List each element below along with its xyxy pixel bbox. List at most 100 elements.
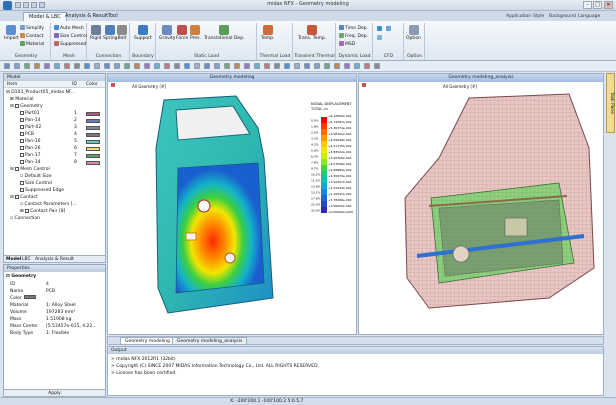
- toolbar-tool-icon[interactable]: [24, 63, 30, 69]
- part-checkbox[interactable]: [20, 124, 24, 129]
- toolbar-tool-icon[interactable]: [254, 63, 260, 69]
- toolbar-tool-icon[interactable]: [54, 63, 60, 69]
- tree-geometry[interactable]: ⊟ Geometry: [10, 103, 43, 110]
- toolbar-tool-icon[interactable]: [134, 63, 140, 69]
- translational-dep-button[interactable]: Translational Dep.: [204, 25, 244, 41]
- toolbar-tool-icon[interactable]: [154, 63, 160, 69]
- part-color-swatch[interactable]: [86, 125, 100, 130]
- toolbar-tool-icon[interactable]: [104, 63, 110, 69]
- toolbar-tool-icon[interactable]: [34, 63, 40, 69]
- viewport-left-close-icon[interactable]: [111, 83, 115, 87]
- tree-contact-parameters[interactable]: ▫ Contact Parameters [...: [20, 201, 77, 208]
- simplify-button[interactable]: Simplify: [20, 25, 44, 32]
- tree-contact-pair[interactable]: ⊞ Contact Pair [8]: [20, 208, 65, 215]
- contact-pair-checkbox[interactable]: [25, 208, 30, 213]
- part-checkbox[interactable]: [20, 138, 24, 143]
- background-menu[interactable]: Background: [549, 12, 576, 21]
- toolbar-tool-icon[interactable]: [14, 63, 20, 69]
- part-checkbox[interactable]: [20, 145, 24, 150]
- style-menu[interactable]: Style: [533, 12, 544, 21]
- tree-root[interactable]: ⊟ D103_Product05_midas NF...: [6, 89, 75, 96]
- property-value[interactable]: 1: Alloy Steel: [46, 302, 76, 309]
- gravity-button[interactable]: Gravity: [159, 25, 175, 41]
- contact-checkbox[interactable]: [15, 194, 20, 199]
- toolbar-tool-icon[interactable]: [4, 63, 10, 69]
- size-control-checkbox[interactable]: [20, 180, 24, 185]
- maximize-button[interactable]: □: [593, 1, 602, 9]
- part-checkbox[interactable]: [20, 152, 24, 157]
- tree-suppressed-edge[interactable]: Suppressed Edge: [20, 187, 64, 194]
- toolbar-tool-icon[interactable]: [94, 63, 100, 69]
- temp-button[interactable]: Temp.: [261, 25, 274, 41]
- doc-tab-geometry-modeling[interactable]: Geometry modeling: [120, 337, 175, 345]
- toolbar-tool-icon[interactable]: [84, 63, 90, 69]
- language-menu[interactable]: Language: [578, 12, 600, 21]
- tree-contact[interactable]: ⊟ Contact: [10, 194, 38, 201]
- part-checkbox[interactable]: [20, 110, 24, 115]
- tree-part-row[interactable]: Pan-34: [20, 159, 40, 166]
- toolbar-tool-icon[interactable]: [174, 63, 180, 69]
- toolbar-tool-icon[interactable]: [304, 63, 310, 69]
- toolbar-tool-icon[interactable]: [274, 63, 280, 69]
- part-checkbox[interactable]: [20, 159, 24, 164]
- doc-tab-geometry-modeling-analysis[interactable]: Geometry modeling_analysis: [172, 337, 248, 345]
- option-button[interactable]: Option: [406, 25, 421, 41]
- property-value[interactable]: 1: Flexible: [46, 330, 69, 337]
- minimize-button[interactable]: –: [583, 1, 592, 9]
- toolbar-tool-icon[interactable]: [334, 63, 340, 69]
- tree-mesh-control[interactable]: ⊟ Mesh Control: [10, 166, 50, 173]
- toolbar-tool-icon[interactable]: [184, 63, 190, 69]
- tree-part-row[interactable]: Part01: [20, 110, 40, 117]
- part-checkbox[interactable]: [20, 131, 24, 136]
- rigid-button[interactable]: Rigid: [90, 25, 101, 41]
- viewport-geometry-modeling[interactable]: Geometry modeling All Geometry [#] NODAL…: [107, 73, 357, 335]
- pressure-button[interactable]: Pres.: [190, 25, 201, 41]
- toolbar-tool-icon[interactable]: [214, 63, 220, 69]
- freq-dep-button[interactable]: Freq. Dep.: [339, 33, 368, 40]
- cfd-button-3[interactable]: [377, 35, 383, 42]
- viewport-right-close-icon[interactable]: [362, 83, 366, 87]
- tree-material[interactable]: ⊞ Material: [10, 96, 33, 103]
- property-value[interactable]: 4: [46, 281, 49, 288]
- apply-button[interactable]: Apply: [3, 389, 106, 397]
- bolt-button[interactable]: Bolt: [117, 25, 127, 41]
- tree-part-row[interactable]: Part-02: [20, 124, 41, 131]
- msd-button[interactable]: MSD: [339, 41, 355, 48]
- tree-part-row[interactable]: Pan-17: [20, 152, 40, 159]
- part-color-swatch[interactable]: [86, 160, 100, 165]
- viewport-geometry-modeling-analysis[interactable]: Geometry modeling_analysis All Geometry …: [358, 73, 604, 335]
- import-button[interactable]: Import: [4, 25, 19, 41]
- toolbar-tool-icon[interactable]: [234, 63, 240, 69]
- toolbar-tool-icon[interactable]: [324, 63, 330, 69]
- trans-temp-button[interactable]: Trans. Temp.: [298, 25, 326, 41]
- fea-displacement-plot[interactable]: NODAL DISPLACEMENTTOTAL ,m 0.0% +6.12800e-…: [108, 88, 358, 334]
- part-color-swatch[interactable]: [86, 146, 100, 151]
- application-menu[interactable]: Application: [506, 12, 531, 21]
- toolbar-tool-icon[interactable]: [314, 63, 320, 69]
- close-button[interactable]: ✕: [604, 1, 613, 9]
- part-color-swatch[interactable]: [86, 139, 100, 144]
- part-color-swatch[interactable]: [86, 153, 100, 158]
- toolbar-tool-icon[interactable]: [64, 63, 70, 69]
- tab-tool[interactable]: Tool: [103, 12, 123, 21]
- contact-button[interactable]: Contact: [20, 33, 44, 40]
- geometry-checkbox[interactable]: [15, 103, 20, 108]
- mesh-control-checkbox[interactable]: [15, 166, 20, 171]
- toolbar-tool-icon[interactable]: [264, 63, 270, 69]
- pcb-color-swatch[interactable]: [24, 295, 36, 299]
- suppressed-edge-checkbox[interactable]: [20, 187, 24, 192]
- task-pane-tab[interactable]: Task Pane: [606, 73, 615, 133]
- cfd-button-1[interactable]: [377, 26, 383, 33]
- part-checkbox[interactable]: [20, 117, 24, 122]
- toolbar-tool-icon[interactable]: [344, 63, 350, 69]
- part-color-swatch[interactable]: [86, 118, 100, 123]
- suppressed-button[interactable]: Suppressed: [54, 41, 86, 48]
- tree-part-row[interactable]: Pan-16: [20, 138, 40, 145]
- property-value[interactable]: PCB: [46, 288, 55, 295]
- toolbar-tool-icon[interactable]: [164, 63, 170, 69]
- material-button[interactable]: Material: [20, 41, 44, 48]
- toolbar-tool-icon[interactable]: [364, 63, 370, 69]
- tab-model[interactable]: Model: [6, 256, 21, 263]
- size-control-button[interactable]: Size Control: [54, 33, 87, 40]
- tree-default-size[interactable]: ▫ Default Size: [20, 173, 52, 180]
